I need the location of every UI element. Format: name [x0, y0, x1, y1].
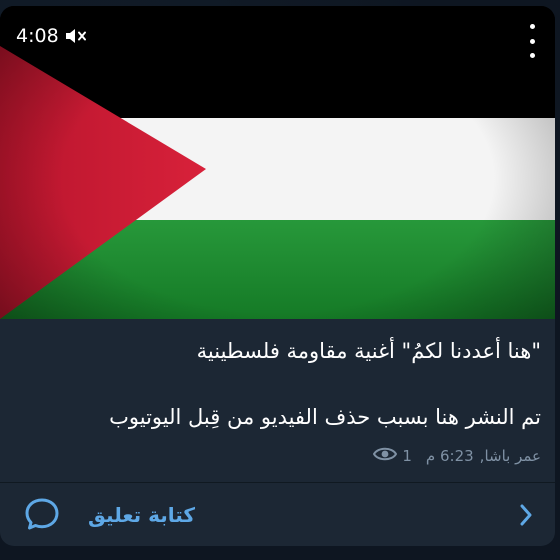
video-duration: 4:08 [16, 25, 59, 47]
channel-post-card: 4:08 "هنا أعددنا لكمُ" أغنية مقاومة فلسط… [0, 6, 555, 546]
video-thumbnail-flag [0, 6, 555, 319]
view-count: 1 [373, 446, 412, 466]
video-player[interactable]: 4:08 [0, 6, 555, 319]
video-duration-badge[interactable]: 4:08 [6, 19, 97, 53]
caption-line-2: تم النشر هنا بسبب حذف الفيديو من قِبل ال… [109, 405, 541, 429]
write-comment-label: كتابة تعليق [88, 503, 196, 527]
post-author: عمر باشا, [479, 447, 541, 465]
caption-line-1: "هنا أعددنا لكمُ" أغنية مقاومة فلسطينية [196, 339, 541, 363]
post-meta: عمر باشا, 6:23 م 1 [373, 446, 541, 466]
eye-icon [373, 446, 398, 466]
view-count-value: 1 [402, 447, 412, 465]
post-caption: "هنا أعددنا لكمُ" أغنية مقاومة فلسطينية … [14, 336, 541, 432]
comment-bubble-icon [24, 497, 60, 535]
write-comment-bar[interactable]: كتابة تعليق [0, 483, 555, 546]
more-vertical-icon[interactable] [523, 24, 541, 58]
chevron-right-icon[interactable] [519, 503, 533, 531]
post-time: 6:23 م [425, 447, 474, 465]
speaker-muted-icon [65, 27, 89, 45]
